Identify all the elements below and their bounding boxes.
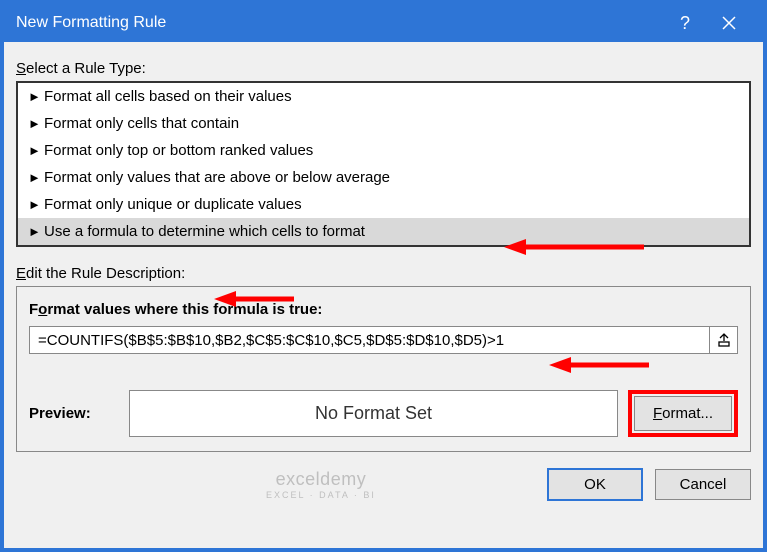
arrow-icon: ►	[28, 197, 38, 212]
preview-row: Preview: No Format Set Format...	[29, 390, 738, 437]
preview-label: Preview:	[29, 405, 119, 422]
rule-type-item-selected[interactable]: ►Use a formula to determine which cells …	[18, 218, 749, 245]
arrow-icon: ►	[28, 116, 38, 131]
help-icon[interactable]: ?	[663, 4, 707, 42]
ok-button[interactable]: OK	[547, 468, 643, 501]
arrow-icon: ►	[28, 143, 38, 158]
formula-row	[29, 326, 738, 354]
watermark: exceldemy EXCEL · DATA · BI	[266, 469, 376, 500]
rule-type-item[interactable]: ►Format all cells based on their values	[18, 83, 749, 110]
rule-type-item[interactable]: ►Format only values that are above or be…	[18, 164, 749, 191]
rule-description-panel: Format values where this formula is true…	[16, 286, 751, 452]
formula-label: Format values where this formula is true…	[29, 301, 738, 318]
preview-box: No Format Set	[129, 390, 618, 437]
collapse-dialog-icon[interactable]	[710, 326, 738, 354]
format-button[interactable]: Format...	[634, 396, 732, 431]
arrow-icon: ►	[28, 224, 38, 239]
arrow-icon: ►	[28, 89, 38, 104]
dialog-footer: exceldemy EXCEL · DATA · BI OK Cancel	[16, 468, 751, 501]
arrow-icon: ►	[28, 170, 38, 185]
rule-type-list: ►Format all cells based on their values …	[16, 81, 751, 247]
rule-type-item[interactable]: ►Format only top or bottom ranked values	[18, 137, 749, 164]
rule-type-item[interactable]: ►Format only unique or duplicate values	[18, 191, 749, 218]
dialog-content: Select a Rule Type: ►Format all cells ba…	[4, 42, 763, 548]
titlebar: New Formatting Rule ?	[4, 4, 763, 42]
formula-input[interactable]	[29, 326, 710, 354]
edit-rule-description-label: Edit the Rule Description:	[16, 265, 751, 282]
rule-type-item[interactable]: ►Format only cells that contain	[18, 110, 749, 137]
format-button-highlight: Format...	[628, 390, 738, 437]
close-icon[interactable]	[707, 4, 751, 42]
cancel-button[interactable]: Cancel	[655, 469, 751, 500]
dialog-title: New Formatting Rule	[16, 14, 663, 32]
select-rule-type-label: Select a Rule Type:	[16, 60, 751, 77]
